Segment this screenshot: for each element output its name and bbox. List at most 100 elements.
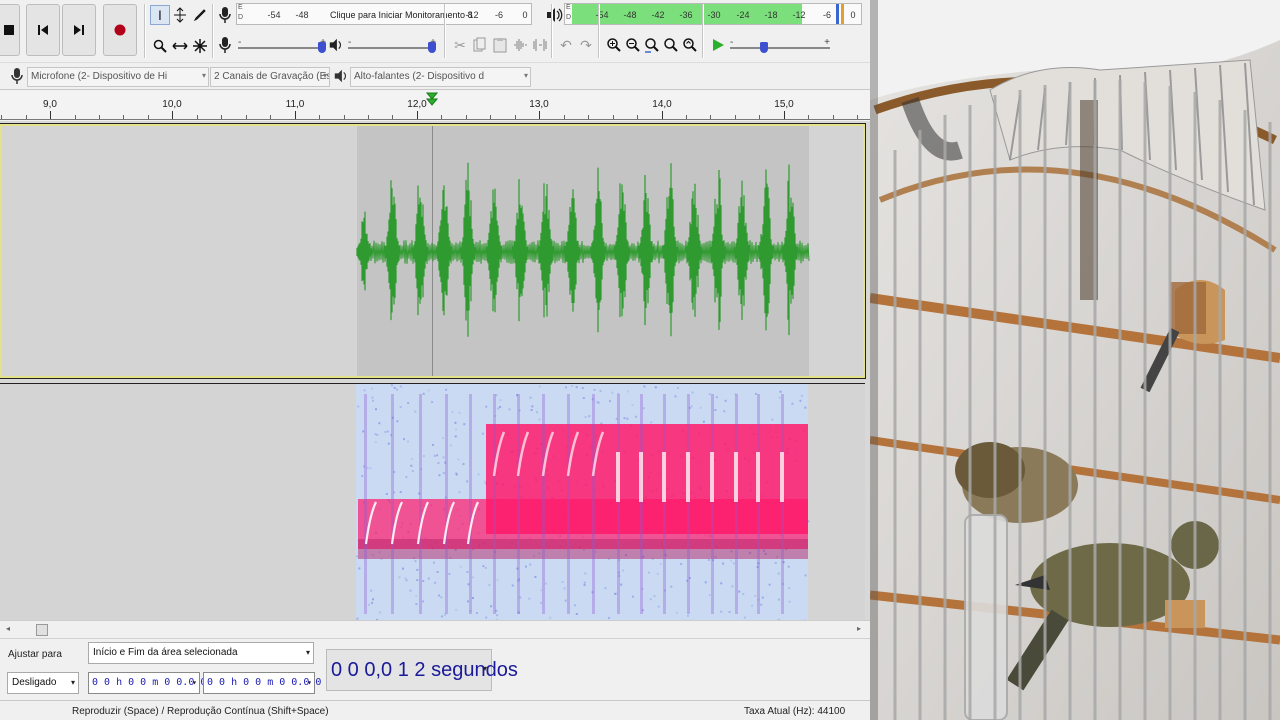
selection-end-value: 0 0 h 0 0 m 0 0.0 0 0 s: [207, 677, 346, 688]
trim-icon[interactable]: [510, 35, 530, 55]
multi-tool-icon[interactable]: [190, 36, 210, 56]
speaker-icon: [333, 68, 349, 87]
skip-to-end-button[interactable]: [62, 4, 96, 56]
waveform-burst: [384, 180, 400, 321]
meter-tick: -48: [623, 10, 637, 20]
record-meter-mic-icon[interactable]: [218, 6, 232, 27]
waveform-burst: [538, 183, 554, 318]
zoom-toggle-icon[interactable]: [680, 35, 700, 55]
recording-channels-select[interactable]: 2 Canais de Gravação (Esté ▾: [210, 67, 330, 87]
waveform-burst: [356, 211, 372, 291]
ruler-label: 15,0: [774, 99, 794, 110]
selection-end-time[interactable]: 0 0 h 0 0 m 0 0.0 0 0 s ▾: [203, 672, 345, 694]
recording-device-select[interactable]: Microfone (2- Dispositivo de Hi ▾: [27, 67, 209, 87]
microphone-icon: [10, 67, 24, 88]
waveform-burst: [782, 164, 798, 336]
timeline-ruler[interactable]: 9,0 10,0 11,0 12,0 13,0 14,0 15,0: [0, 90, 870, 120]
fit-project-icon[interactable]: [661, 35, 681, 55]
meter-left-label: E: [566, 4, 571, 11]
playback-meter[interactable]: E D -54 -48 -42 -36 -30 -24 -18 -12 -6 0: [564, 3, 862, 25]
meter-tick: -18: [764, 10, 778, 20]
silence-icon[interactable]: [530, 35, 550, 55]
zoom-out-icon[interactable]: [623, 35, 643, 55]
audio-position-value: 0 0 0,0 1 2 segundos: [331, 659, 518, 681]
waveform-burst: [436, 185, 452, 316]
meter-tick: -48: [295, 10, 309, 20]
snap-to-select[interactable]: Desligado ▾: [7, 672, 79, 694]
horizontal-scrollbar[interactable]: ◂ ▸: [0, 620, 870, 638]
spectrogram-track[interactable]: [0, 383, 865, 621]
waveform-burst: [638, 175, 654, 326]
playback-device-value: Alto-falantes (2- Dispositivo d: [354, 71, 485, 82]
zoom-in-icon[interactable]: [604, 35, 624, 55]
meter-tick: -24: [736, 10, 750, 20]
waveform: [356, 162, 810, 337]
recording-meter[interactable]: E D -54 -48 Clique para Iniciar Monitora…: [236, 3, 532, 25]
ruler-label: 9,0: [43, 99, 57, 110]
meter-right-label: D: [238, 14, 244, 21]
playhead-icon[interactable]: [426, 92, 438, 106]
stop-button[interactable]: [0, 4, 20, 56]
selection-tool-icon[interactable]: I: [150, 5, 170, 25]
scroll-left-icon[interactable]: ◂: [6, 624, 10, 633]
waveform-burst: [486, 188, 502, 313]
playback-meter-speaker-icon[interactable]: [545, 6, 563, 27]
waveform-burst: [734, 180, 750, 320]
waveform-burst: [412, 185, 428, 316]
spectrogram: [356, 384, 810, 621]
ruler-label: 11,0: [285, 99, 305, 110]
zoom-tool-icon[interactable]: [150, 36, 170, 56]
playback-volume-slider[interactable]: - +: [348, 37, 436, 56]
scroll-right-icon[interactable]: ▸: [857, 624, 861, 633]
waveform-burst: [460, 162, 476, 337]
meter-tick: 0: [522, 10, 528, 20]
timeshift-tool-icon[interactable]: [170, 36, 190, 56]
skip-end-icon: [74, 25, 84, 35]
ruler-label: 13,0: [529, 99, 549, 110]
envelope-tool-icon[interactable]: [170, 5, 190, 25]
draw-tool-icon[interactable]: [190, 5, 210, 25]
audio-position-display[interactable]: 0 0 0,0 1 2 segundos ▾: [326, 649, 518, 691]
start-monitoring-message[interactable]: Clique para Iniciar Monitoramento 8: [330, 10, 473, 20]
record-button[interactable]: [103, 4, 137, 56]
fit-selection-icon[interactable]: [642, 35, 662, 55]
video-panel: [870, 0, 1280, 720]
cut-icon[interactable]: ✂: [450, 35, 470, 55]
main-toolbar: I E D -54 -48 Clique para Iniciar Monito…: [0, 0, 870, 62]
meter-tick: -54: [267, 10, 281, 20]
selection-mode-select[interactable]: Início e Fim da área selecionada ▾: [88, 642, 314, 664]
waveform-track[interactable]: [0, 123, 866, 379]
meter-tick: -12: [465, 10, 479, 20]
meter-tick: -30: [707, 10, 721, 20]
record-volume-mic-icon: [218, 36, 232, 57]
tracks-area[interactable]: [0, 121, 870, 621]
skip-to-start-button[interactable]: [26, 4, 60, 56]
ruler-label: 10,0: [162, 99, 182, 110]
play-at-speed-slider[interactable]: - +: [730, 37, 830, 56]
playback-volume-speaker-icon: [328, 37, 344, 56]
sample-rate-status: Taxa Atual (Hz): 44100: [744, 706, 846, 717]
meter-tick: -36: [679, 10, 693, 20]
device-toolbar: Microfone (2- Dispositivo de Hi ▾ 2 Canai…: [0, 62, 870, 90]
redo-icon[interactable]: ↷: [576, 35, 596, 55]
birdcage-video-image: [870, 0, 1280, 720]
recording-volume-slider[interactable]: - +: [238, 37, 326, 56]
playback-device-select[interactable]: Alto-falantes (2- Dispositivo d ▾: [350, 67, 531, 87]
meter-tick: -6: [494, 10, 504, 20]
selection-start-time[interactable]: 0 0 h 0 0 m 0 0.0 0 0 s ▾: [88, 672, 230, 694]
copy-icon[interactable]: [470, 35, 490, 55]
undo-icon[interactable]: ↶: [556, 35, 576, 55]
ruler-label: 14,0: [652, 99, 672, 110]
scroll-thumb[interactable]: [36, 624, 48, 636]
paste-icon[interactable]: [490, 35, 510, 55]
snap-to-label: Ajustar para: [8, 649, 62, 660]
status-message: Reproduzir (Space) / Reprodução Contínua…: [72, 706, 329, 717]
waveform-burst: [512, 179, 528, 322]
meter-tick: 0: [850, 10, 856, 20]
selection-toolbar: Ajustar para Desligado ▾ Início e Fim da …: [0, 638, 870, 700]
play-at-speed-icon[interactable]: [708, 35, 728, 55]
recording-device-value: Microfone (2- Dispositivo de Hi: [31, 71, 168, 82]
meter-tick: -42: [651, 10, 665, 20]
waveform-burst: [686, 183, 702, 317]
meter-tick: -12: [792, 10, 806, 20]
